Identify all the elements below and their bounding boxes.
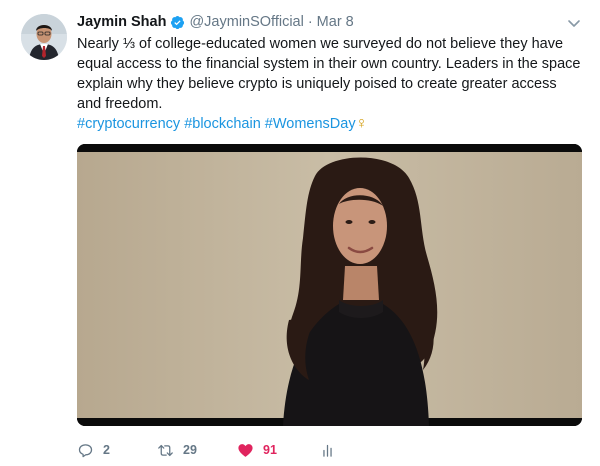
reply-count: 2	[103, 443, 110, 457]
retweet-icon	[158, 444, 173, 456]
analytics-button[interactable]	[319, 442, 339, 459]
tweet-body: Nearly ⅓ of college-educated women we su…	[77, 36, 581, 112]
analytics-icon	[323, 444, 332, 457]
retweet-count: 29	[183, 443, 197, 457]
avatar[interactable]	[21, 14, 67, 60]
reply-icon	[78, 443, 93, 457]
display-name[interactable]: Jaymin Shah	[77, 14, 166, 30]
like-button[interactable]: 91	[237, 442, 319, 459]
chevron-down-icon[interactable]	[566, 15, 582, 31]
tweet-date[interactable]: Mar 8	[317, 14, 354, 30]
avatar-image	[21, 14, 67, 60]
tweet-actions: 2 29 91	[77, 440, 339, 460]
reply-button[interactable]: 2	[77, 442, 157, 459]
female-sign-emoji: ♀	[355, 115, 368, 132]
verified-badge-icon	[171, 15, 185, 29]
video-thumbnail	[77, 144, 582, 426]
handle[interactable]: @JayminSOfficial	[189, 14, 303, 30]
hashtag-blockchain[interactable]: #blockchain	[184, 116, 261, 132]
like-count: 91	[263, 443, 277, 457]
tweet-header: Jaymin Shah @JayminSOfficial · Mar 8	[77, 12, 354, 32]
hashtag-cryptocurrency[interactable]: #cryptocurrency	[77, 116, 180, 132]
hashtag-line: #cryptocurrency #blockchain #WomensDay♀	[77, 114, 582, 134]
tweet-card[interactable]: Jaymin Shah @JayminSOfficial · Mar 8 Nea…	[0, 0, 600, 466]
heart-icon	[238, 443, 253, 457]
separator-dot: ·	[307, 14, 313, 30]
tweet-text: Nearly ⅓ of college-educated women we su…	[77, 34, 582, 134]
hashtag-womensday[interactable]: #WomensDay	[265, 116, 356, 132]
video-player[interactable]	[77, 144, 582, 426]
retweet-button[interactable]: 29	[157, 442, 237, 459]
